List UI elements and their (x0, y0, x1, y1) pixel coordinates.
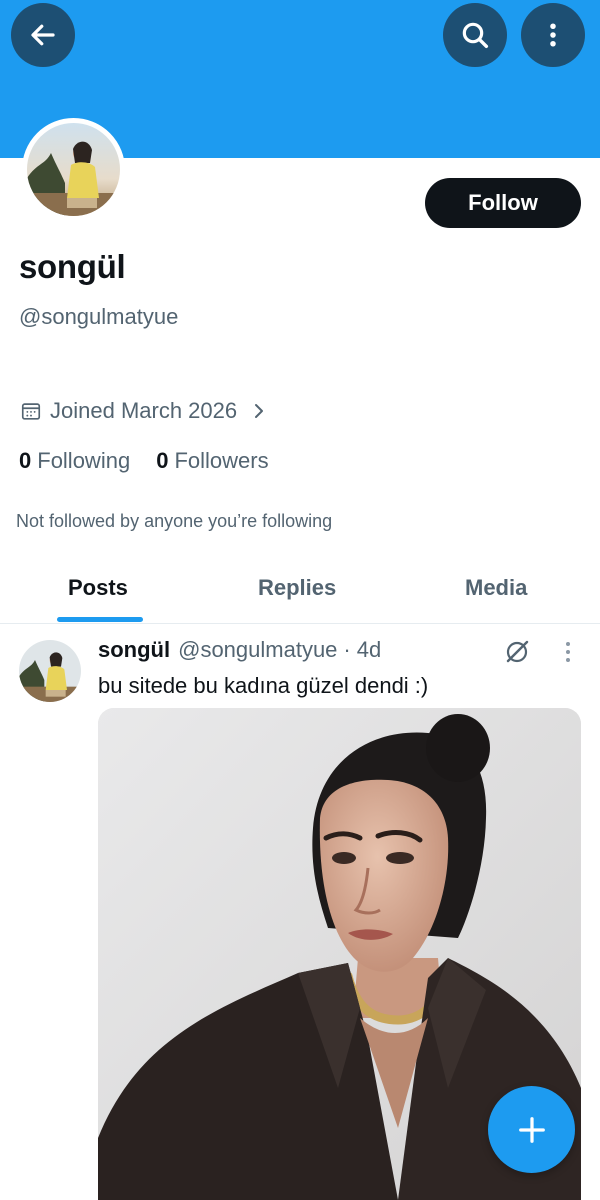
plus-icon (518, 1116, 545, 1143)
following-count: 0 (19, 448, 32, 473)
chevron-right-icon (255, 404, 264, 418)
avatar-photo (27, 123, 120, 216)
active-tab-indicator (57, 617, 143, 622)
back-button[interactable] (11, 3, 75, 67)
not-followed-note: Not followed by anyone you’re following (16, 511, 333, 531)
profile-tabs: Posts Replies Media (0, 560, 600, 624)
follow-button-label: Follow (468, 190, 538, 215)
tab-posts[interactable]: Posts (68, 575, 128, 601)
post-header: songül @songulmatyue · 4d (98, 637, 381, 663)
grok-icon[interactable] (503, 638, 531, 666)
following-link[interactable]: 0 Following (19, 448, 130, 474)
post-timestamp[interactable]: 4d (357, 637, 381, 663)
post-author-name[interactable]: songül (98, 637, 170, 663)
joined-date-text: Joined March 2026 (50, 398, 238, 423)
display-name: songül (19, 248, 126, 285)
following-label: Following (37, 448, 131, 473)
followers-link[interactable]: 0 Followers (156, 448, 268, 474)
tab-media[interactable]: Media (465, 575, 527, 601)
more-vertical-icon[interactable] (557, 639, 579, 665)
calendar-icon (21, 403, 41, 420)
followers-count: 0 (156, 448, 169, 473)
compose-button[interactable] (488, 1086, 575, 1173)
search-icon (462, 22, 489, 49)
post-avatar[interactable] (19, 640, 81, 702)
more-options-button[interactable] (521, 3, 585, 67)
profile-handle: @songulmatyue (19, 304, 179, 329)
avatar-photo (19, 640, 81, 702)
more-vertical-icon (550, 23, 556, 47)
post-text: bu sitede bu kadına güzel dendi :) (98, 673, 429, 698)
joined-date-row[interactable]: Joined March 2026 (20, 398, 267, 424)
arrow-left-icon (31, 24, 55, 46)
search-button[interactable] (443, 3, 507, 67)
tab-replies[interactable]: Replies (258, 575, 336, 601)
follow-counts: 0 Following 0 Followers (19, 448, 295, 474)
followers-label: Followers (174, 448, 269, 473)
follow-button[interactable]: Follow (425, 178, 581, 228)
profile-avatar[interactable] (22, 118, 125, 221)
post-author-handle[interactable]: @songulmatyue (178, 637, 337, 663)
post-separator: · (343, 637, 351, 662)
